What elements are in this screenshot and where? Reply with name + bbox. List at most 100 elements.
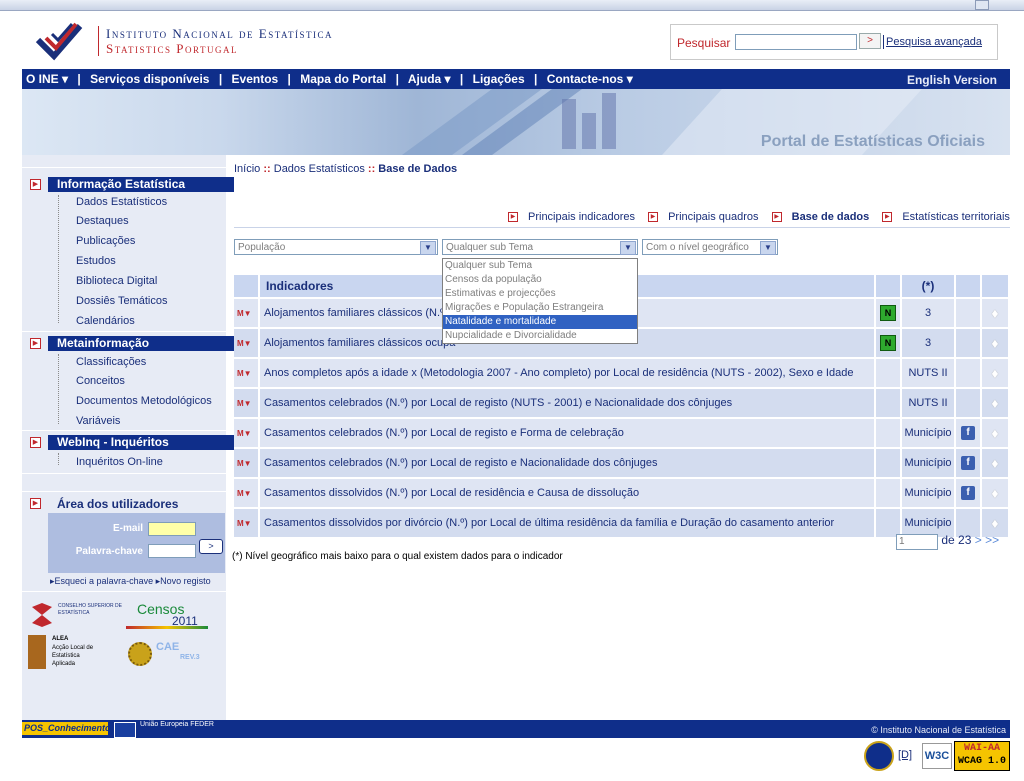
section-area-utilizadores[interactable]: Área dos utilizadores	[57, 497, 178, 511]
nav-item-ligacoes[interactable]: Ligações	[473, 72, 525, 86]
indicator-name[interactable]: Casamentos dissolvidos (N.º) por Local d…	[260, 479, 876, 507]
sidebar-item-classificacoes[interactable]: Classificações	[76, 356, 146, 368]
row-icon-cell: M▼	[234, 419, 260, 447]
english-version-link[interactable]: English Version	[907, 73, 997, 87]
search-go-button[interactable]: >	[859, 33, 881, 49]
section-webinq[interactable]: WebInq - Inquéritos	[48, 435, 234, 450]
email-field[interactable]	[148, 522, 196, 536]
pos-conhecimento-logo[interactable]: POS_Conhecimento	[22, 722, 111, 735]
forgot-password-link[interactable]: Esqueci a palavra-chave	[55, 576, 154, 586]
tag-icon[interactable]: ♦	[988, 515, 1002, 531]
subtema-option[interactable]: Nupcialidade e Divorcialidade	[443, 329, 637, 343]
last-page-link[interactable]: >>	[985, 533, 999, 547]
accessibility-icon[interactable]	[864, 741, 894, 771]
tema-select[interactable]: População ▼	[234, 239, 438, 255]
register-link[interactable]: Novo registo	[160, 576, 211, 586]
table-row[interactable]: M▼ Anos completos após a idade x (Metodol…	[234, 359, 1010, 387]
sidebar-item-conceitos[interactable]: Conceitos	[76, 375, 125, 387]
chevron-down-icon[interactable]: ▼	[620, 241, 636, 255]
nav-item-ajuda[interactable]: Ajuda ▾	[408, 72, 451, 86]
wai-badge[interactable]: WAI-AA WCAG 1.0	[954, 741, 1010, 771]
subtema-option[interactable]: Migrações e População Estrangeira	[443, 301, 637, 315]
section-metainformacao[interactable]: Metainformação	[48, 336, 234, 351]
next-page-link[interactable]: >	[975, 533, 982, 547]
tag-icon[interactable]: ♦	[988, 395, 1002, 411]
tag-icon[interactable]: ♦	[988, 335, 1002, 351]
tab-base-de-dados[interactable]: Base de dados	[792, 211, 870, 223]
breadcrumb-dados[interactable]: Dados Estatísticos	[274, 163, 365, 175]
d-link[interactable]: [D]	[898, 749, 912, 761]
tag-icon[interactable]: ♦	[988, 365, 1002, 381]
eu-text: União Europeia FEDER	[140, 721, 214, 728]
expand-icon[interactable]: ▶	[30, 179, 41, 190]
indicator-name[interactable]: Anos completos após a idade x (Metodolog…	[260, 359, 876, 387]
tab-estatisticas-territoriais[interactable]: Estatísticas territoriais	[902, 211, 1010, 223]
nav-separator: |	[395, 72, 399, 86]
chevron-down-icon[interactable]: ▼	[420, 241, 436, 255]
nav-item-contacte[interactable]: Contacte-nos ▾	[547, 72, 633, 86]
tag-icon[interactable]: ♦	[988, 425, 1002, 441]
sidebar-item-estudos[interactable]: Estudos	[76, 255, 116, 267]
fb-cell	[956, 359, 982, 387]
expand-icon[interactable]: ▶	[30, 437, 41, 448]
browser-top-strip	[0, 0, 1024, 11]
indicator-name[interactable]: Casamentos celebrados (N.º) por Local de…	[260, 389, 876, 417]
tag-icon[interactable]: ♦	[988, 455, 1002, 471]
subtema-option-selected[interactable]: Natalidade e mortalidade	[443, 315, 637, 329]
indicator-name[interactable]: Casamentos celebrados (N.º) por Local de…	[260, 419, 876, 447]
sidebar-item-biblioteca[interactable]: Biblioteca Digital	[76, 275, 157, 287]
sidebar-item-publicacoes[interactable]: Publicações	[76, 235, 135, 247]
section-informacao[interactable]: Informação Estatística	[48, 177, 234, 192]
nav-item-servicos[interactable]: Serviços disponíveis	[90, 72, 209, 86]
table-row[interactable]: M▼ Casamentos celebrados (N.º) por Local …	[234, 419, 1010, 447]
tag-icon[interactable]: ♦	[988, 485, 1002, 501]
page-total: de 23	[941, 533, 972, 547]
table-row[interactable]: M▼ Casamentos celebrados (N.º) por Local …	[234, 389, 1010, 417]
indicator-name[interactable]: Casamentos dissolvidos por divórcio (N.º…	[260, 509, 876, 537]
search-input[interactable]	[735, 34, 857, 50]
subtema-option[interactable]: Censos da população	[443, 273, 637, 287]
chevron-down-icon[interactable]: ▼	[760, 241, 776, 255]
site-footer: POS_Conhecimento União Europeia FEDER © …	[22, 720, 1010, 738]
tab-principais-quadros[interactable]: Principais quadros	[668, 211, 759, 223]
cae-logo[interactable]: CAE	[156, 641, 179, 653]
table-row[interactable]: M▼ Casamentos dissolvidos por divórcio (N…	[234, 509, 1010, 537]
row-icon-cell: M▼	[234, 449, 260, 477]
breadcrumb-home[interactable]: Início	[234, 163, 260, 175]
ine-logo[interactable]	[32, 20, 92, 64]
facebook-icon[interactable]: f	[961, 456, 975, 470]
table-row[interactable]: M▼ Casamentos dissolvidos (N.º) por Local…	[234, 479, 1010, 507]
subtema-option[interactable]: Estimativas e projecções	[443, 287, 637, 301]
subtema-select[interactable]: Qualquer sub Tema ▼	[442, 239, 638, 255]
sidebar-item-documentos[interactable]: Documentos Metodológicos	[76, 395, 212, 407]
tab-principais-indicadores[interactable]: Principais indicadores	[528, 211, 635, 223]
facebook-icon[interactable]: f	[961, 486, 975, 500]
nav-item-mapa[interactable]: Mapa do Portal	[300, 72, 386, 86]
login-button[interactable]: >	[199, 539, 223, 554]
nivel-select[interactable]: Com o nível geográfico ▼	[642, 239, 778, 255]
sidebar-item-dossies[interactable]: Dossiês Temáticos	[76, 295, 168, 307]
w3c-badge[interactable]: W3C	[922, 743, 952, 769]
subtema-option[interactable]: Qualquer sub Tema	[443, 259, 637, 273]
level-cell: NUTS II	[902, 389, 956, 417]
expand-icon[interactable]: ▶	[30, 338, 41, 349]
table-row[interactable]: M▼ Casamentos celebrados (N.º) por Local …	[234, 449, 1010, 477]
sidebar-item-variaveis[interactable]: Variáveis	[76, 415, 120, 427]
facebook-icon[interactable]: f	[961, 426, 975, 440]
expand-icon[interactable]: ▶	[30, 498, 41, 509]
page-input[interactable]	[896, 533, 938, 550]
cse-logo[interactable]	[28, 601, 56, 629]
sidebar-item-inqueritos[interactable]: Inquéritos On-line	[76, 456, 163, 468]
advanced-search-link[interactable]: Pesquisa avançada	[886, 36, 982, 48]
indicator-name[interactable]: Casamentos celebrados (N.º) por Local de…	[260, 449, 876, 477]
sidebar-item-dados[interactable]: Dados Estatísticos	[76, 196, 167, 208]
alea-logo[interactable]	[28, 635, 46, 669]
tag-icon[interactable]: ♦	[988, 305, 1002, 321]
nav-item-eventos[interactable]: Eventos	[232, 72, 279, 86]
sidebar-item-calendarios[interactable]: Calendários	[76, 315, 135, 327]
nav-item-ine[interactable]: O INE ▾	[26, 72, 68, 86]
sidebar-item-destaques[interactable]: Destaques	[76, 215, 129, 227]
password-field[interactable]	[148, 544, 196, 558]
browser-tab-icon[interactable]	[975, 0, 989, 10]
new-cell	[876, 419, 902, 447]
